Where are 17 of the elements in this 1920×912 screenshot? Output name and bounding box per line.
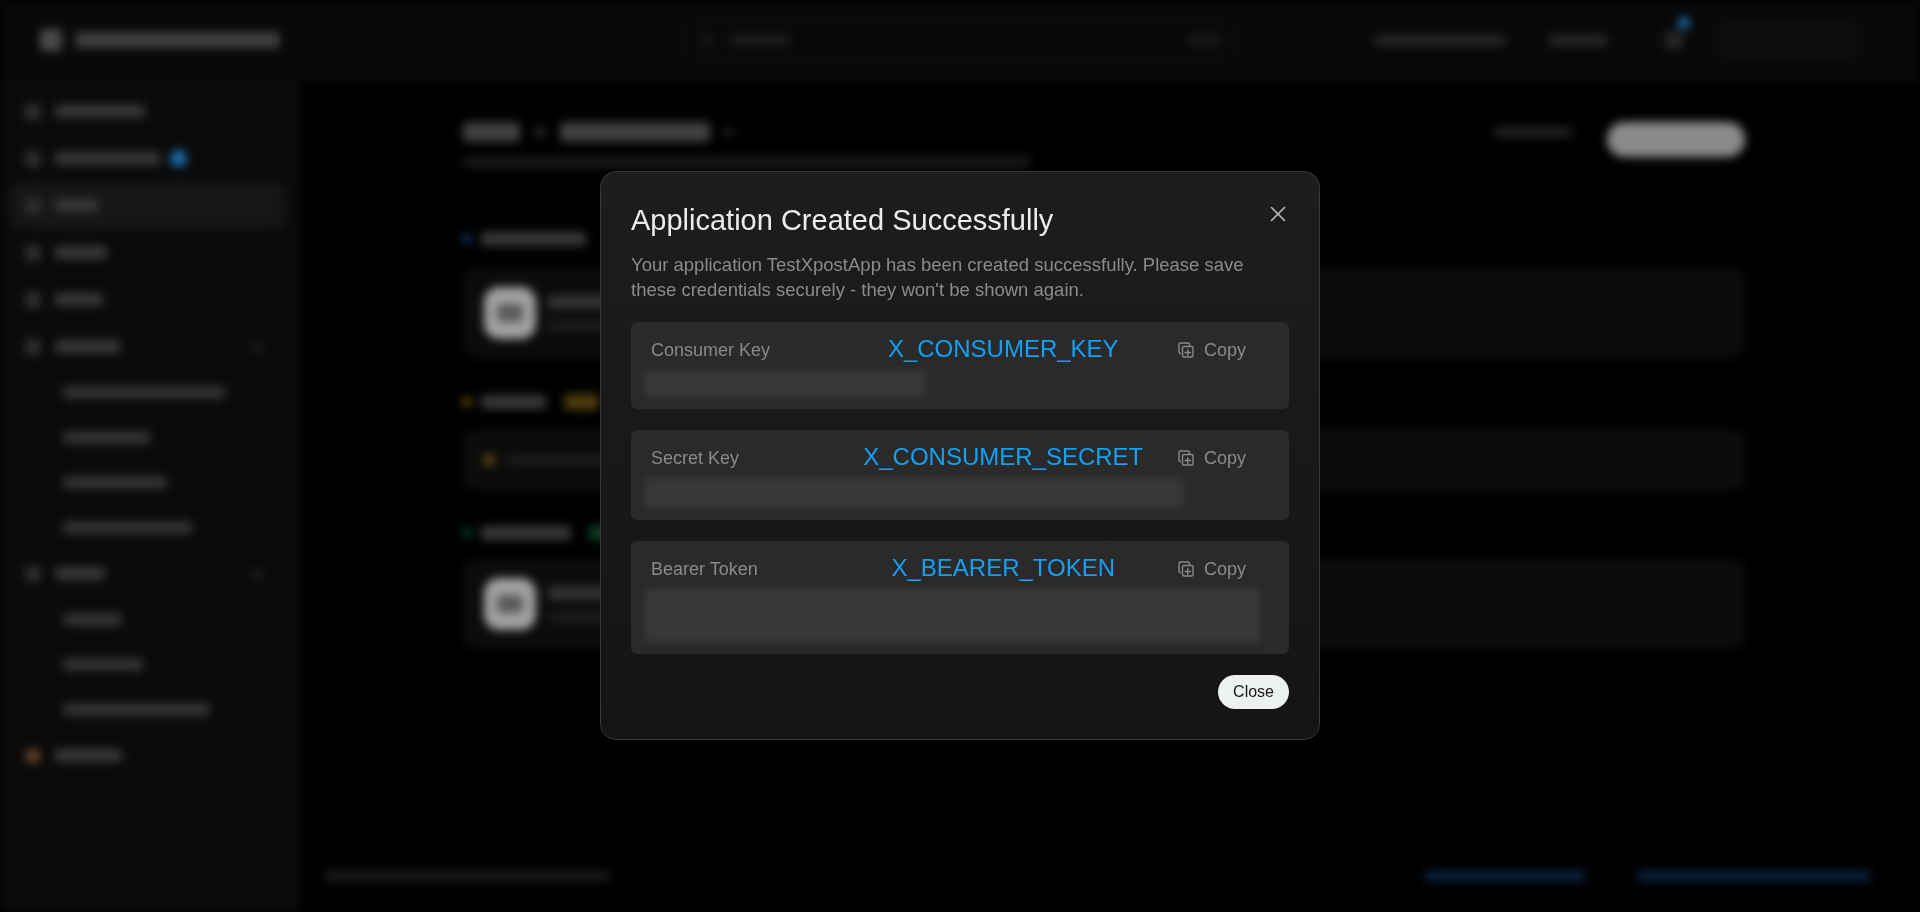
dialog-message: Your application TestXpostApp has been created successfully. Please save these credentials securely - they won't be shown again.: [631, 253, 1245, 302]
copy-button[interactable]: Copy: [1169, 338, 1254, 362]
credential-label: Secret Key: [651, 447, 740, 470]
close-button[interactable]: Close: [1218, 675, 1289, 709]
dialog-title: Application Created Successfully: [631, 203, 1054, 238]
annotation-label: X_BEARER_TOKEN: [891, 553, 1116, 582]
copy-icon: [1177, 561, 1194, 577]
dialog-close-button[interactable]: [1270, 206, 1286, 222]
annotation-label: X_CONSUMER_SECRET: [863, 442, 1144, 471]
copy-button[interactable]: Copy: [1169, 446, 1254, 470]
copy-icon: [1177, 450, 1194, 466]
credential-label: Consumer Key: [651, 339, 771, 362]
copy-icon: [1177, 342, 1194, 358]
copy-button[interactable]: Copy: [1169, 557, 1254, 581]
close-icon: [1270, 206, 1286, 222]
annotation-label: X_CONSUMER_KEY: [887, 334, 1119, 363]
credential-label: Bearer Token: [651, 558, 758, 581]
